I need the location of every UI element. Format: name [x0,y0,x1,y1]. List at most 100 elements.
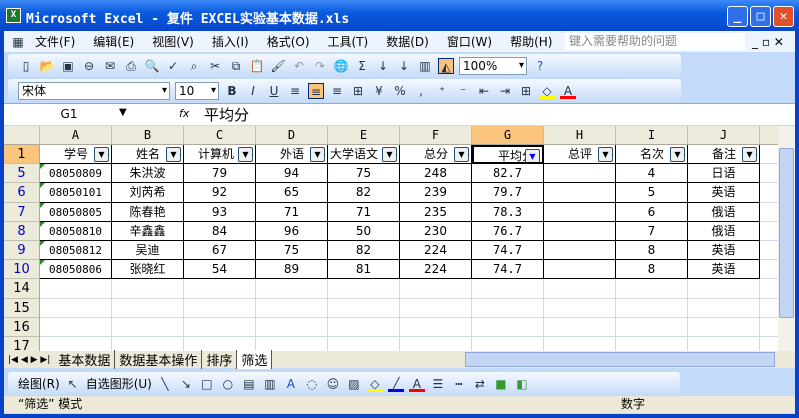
font-select[interactable]: 宋体 [18,81,170,100]
header-cell[interactable]: 计算机 ▼ [184,145,256,165]
cell[interactable]: 刘芮希 [112,183,184,203]
cut-icon[interactable]: ✂ [207,58,223,74]
align-right-icon[interactable]: ≡ [329,83,345,99]
research-icon[interactable]: ⌕ [186,58,202,74]
menu-format[interactable]: 格式(O) [258,33,319,50]
cell[interactable]: 79 [184,164,256,184]
clipart-icon[interactable]: ☺ [325,376,341,392]
cell[interactable]: 96 [256,221,328,241]
close-button[interactable]: ✕ [773,6,794,27]
cell[interactable] [760,260,778,280]
row-header[interactable]: 8 [4,221,40,241]
email-icon[interactable]: ✉ [102,58,118,74]
cell[interactable]: 4 [616,164,688,184]
cell[interactable] [760,299,778,318]
help-icon[interactable]: ? [532,58,548,74]
hyperlink-icon[interactable]: 🌐 [333,58,349,74]
zoom-select[interactable]: 100% [459,56,527,75]
cell[interactable] [472,279,544,299]
cell[interactable] [400,337,472,352]
font-color-icon[interactable]: A [408,376,425,392]
tab-filter[interactable]: 筛选 [237,350,273,369]
fill-color-icon[interactable]: ◇ [539,83,555,99]
cell[interactable] [40,317,112,337]
align-left-icon[interactable]: ≡ [287,83,303,99]
cell[interactable] [472,298,544,318]
cell[interactable] [328,298,400,318]
format-painter-icon[interactable]: 🖌 [270,58,286,74]
shadow-icon[interactable]: ■ [493,376,509,392]
menu-tools[interactable]: 工具(T) [319,33,378,50]
cell[interactable]: 71 [328,202,400,222]
tab-nav-arrows[interactable]: |◀ ◀ ▶ ▶| [4,355,54,365]
cell[interactable] [328,337,400,352]
header-cell[interactable] [760,145,778,165]
doc-window-controls[interactable]: _ ▫ ✕ [752,35,784,49]
draw-menu[interactable]: 绘图(R) [18,375,60,392]
row-header[interactable]: 9 [4,241,40,261]
cell[interactable]: 08050101 [40,183,112,203]
cell[interactable]: 74.7 [472,260,544,280]
cell[interactable] [544,202,616,222]
header-cell[interactable]: 姓名 ▼ [112,145,184,165]
cell[interactable]: 82.7 [472,164,544,184]
row-header[interactable]: 10 [4,260,40,280]
cell[interactable]: 张晓红 [112,260,184,280]
tab-sort[interactable]: 排序 [202,350,238,369]
cell[interactable]: 65 [256,183,328,203]
cell[interactable] [616,298,688,318]
cell[interactable]: 俄语 [688,202,760,222]
select-objects-icon[interactable]: ↖ [65,376,81,392]
increase-indent-icon[interactable]: ⇥ [497,83,513,99]
maximize-button[interactable]: □ [750,6,771,27]
row-header[interactable]: 15 [4,298,40,318]
cell[interactable] [184,317,256,337]
column-header-B[interactable]: B [112,126,184,145]
cell[interactable]: 235 [400,202,472,222]
line-style-icon[interactable]: ☰ [430,376,446,392]
line-color-icon[interactable]: ╱ [387,376,404,392]
cell[interactable] [256,279,328,299]
cell[interactable]: 71 [256,202,328,222]
cell[interactable] [616,317,688,337]
filter-dropdown-icon[interactable]: ▼ [166,147,181,162]
column-header-K[interactable] [760,126,778,145]
currency-icon[interactable]: ¥ [371,83,387,99]
row-header[interactable]: 14 [4,279,40,299]
permission-icon[interactable]: ⊖ [81,58,97,74]
cell[interactable]: 79.7 [472,183,544,203]
header-cell[interactable]: 备注 ▼ [688,145,760,165]
sort-descending-icon[interactable]: ↓ [396,58,412,74]
column-header-A[interactable]: A [40,126,112,145]
name-box[interactable]: G1 [4,104,134,125]
cell[interactable]: 75 [256,241,328,261]
filter-dropdown-icon[interactable]: ▼ [742,147,757,162]
cell[interactable]: 英语 [688,241,760,261]
menu-insert[interactable]: 插入(I) [203,33,258,50]
cell[interactable] [544,241,616,261]
bold-button[interactable]: B [224,83,240,99]
cell[interactable]: 英语 [688,260,760,280]
cell[interactable] [328,317,400,337]
column-header-J[interactable]: J [688,126,760,145]
cell[interactable] [544,337,616,352]
oval-icon[interactable]: ○ [220,376,236,392]
menu-help[interactable]: 帮助(H) [501,33,561,50]
cell[interactable]: 82 [328,241,400,261]
header-cell[interactable]: 大学语文 ▼ [328,145,400,165]
vertical-scrollbar[interactable] [778,126,795,352]
filter-dropdown-icon[interactable]: ▼ [525,149,540,163]
paste-icon[interactable]: 📋 [249,58,265,74]
cell[interactable]: 224 [400,260,472,280]
align-center-icon[interactable]: ≡ [308,82,324,99]
autoshapes-menu[interactable]: 自选图形(U) [86,375,152,392]
cell[interactable]: 8 [616,260,688,280]
minimize-button[interactable]: _ [727,6,748,27]
cell[interactable] [760,164,778,184]
cell[interactable]: 08050812 [40,241,112,261]
cell[interactable] [616,337,688,352]
cell[interactable]: 日语 [688,164,760,184]
menu-view[interactable]: 视图(V) [143,33,203,50]
cell[interactable]: 92 [184,183,256,203]
cell[interactable] [544,183,616,203]
